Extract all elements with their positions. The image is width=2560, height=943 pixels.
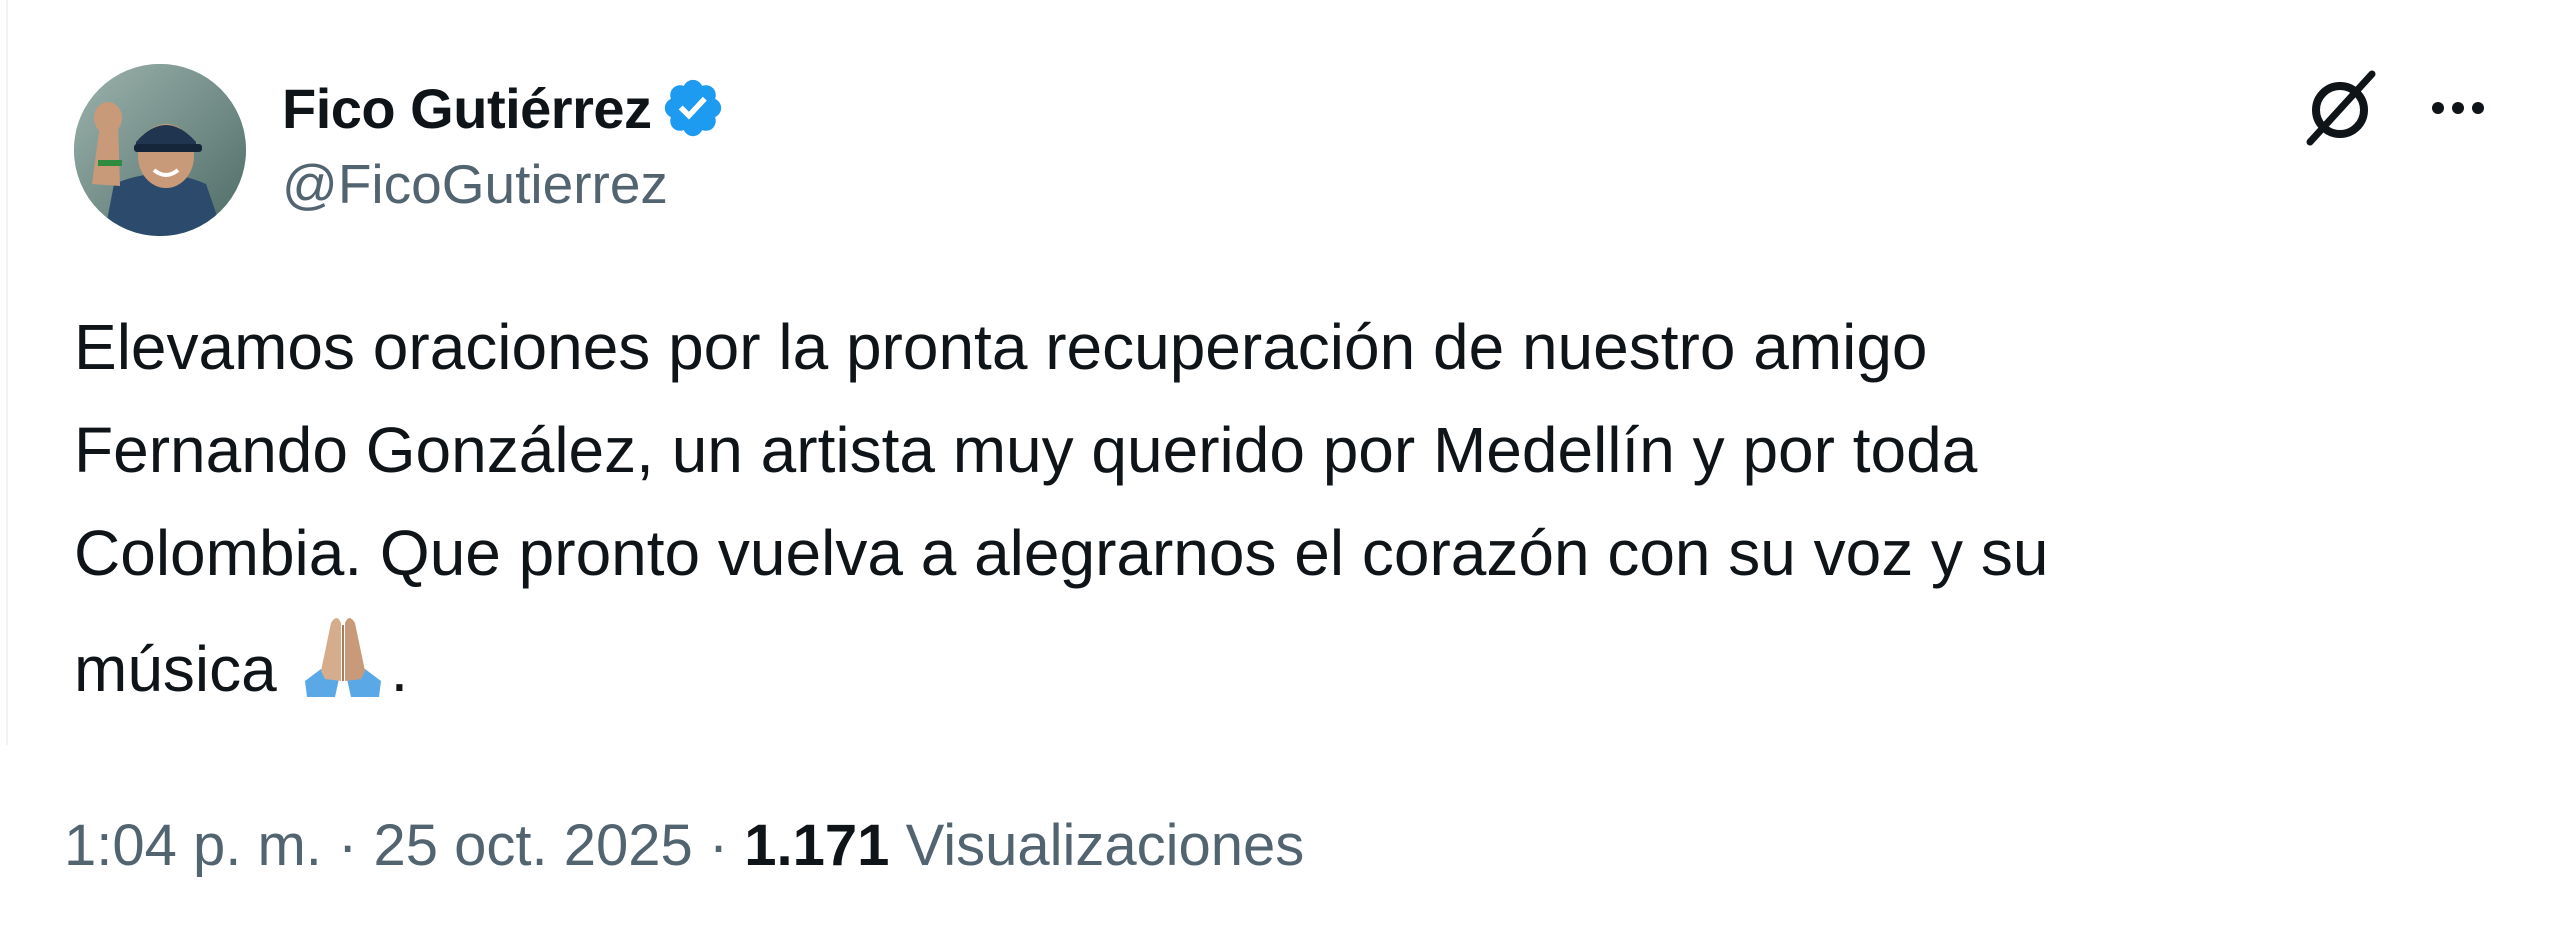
author-name-row[interactable]: Fico Gutiérrez (282, 66, 726, 150)
views-label: Visualizaciones (905, 813, 1305, 878)
meta-separator-2: · (692, 813, 745, 878)
border-line (6, 0, 8, 745)
views-count: 1.171 (744, 813, 890, 878)
more-options-icon[interactable] (2416, 76, 2500, 140)
author-display-name[interactable]: Fico Gutiérrez (282, 76, 652, 141)
grok-icon[interactable] (2300, 66, 2384, 150)
meta-separator: · (321, 813, 374, 878)
avatar-image (74, 64, 246, 236)
tweet-body: Elevamos oraciones por la pronta recuper… (74, 296, 2494, 721)
folded-hands-emoji (295, 605, 391, 701)
tweet-date[interactable]: 25 oct. 2025 (373, 813, 692, 878)
tweet-meta: 1:04 p. m. · 25 oct. 2025 · 1.171 Visual… (64, 812, 1304, 879)
verified-badge-icon[interactable] (660, 75, 726, 141)
avatar[interactable] (74, 64, 246, 236)
tweet-card: Fico Gutiérrez @FicoGutierrez Elevamos o… (0, 0, 2560, 943)
author-handle[interactable]: @FicoGutierrez (282, 152, 668, 216)
tweet-time[interactable]: 1:04 p. m. (64, 813, 322, 878)
tweet-text-end: . (390, 633, 409, 705)
